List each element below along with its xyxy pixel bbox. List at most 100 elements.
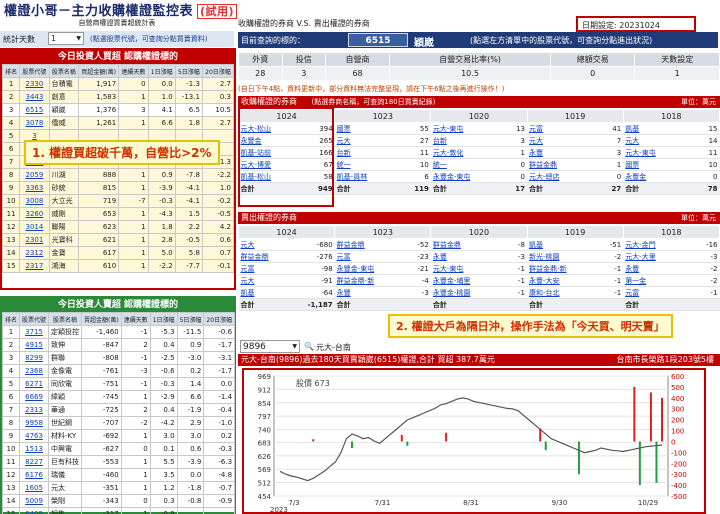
broker-link[interactable]: 元大-東屯 <box>430 122 497 135</box>
broker-link[interactable]: 永豐-大安 <box>527 274 593 287</box>
stock-code-link[interactable]: 6669 <box>19 390 50 404</box>
broker-link[interactable]: 凱基 <box>527 238 593 251</box>
stock-code-link[interactable]: 3715 <box>19 325 50 339</box>
broker-link[interactable]: 群益金鼎 <box>430 238 497 251</box>
broker-link[interactable]: 新光-桃園 <box>527 250 593 263</box>
stock-code-link[interactable]: 4763 <box>19 429 50 443</box>
stock-code-link[interactable]: 6176 <box>19 468 50 482</box>
table-cell: -351 <box>81 481 122 495</box>
search-icon[interactable]: 🔍 <box>304 342 314 351</box>
table-cell: 光寶科 <box>48 233 80 247</box>
broker-link[interactable]: 康和-台北 <box>527 286 593 299</box>
stock-code-link[interactable]: 2301 <box>19 233 50 247</box>
stock-code-link[interactable]: 3260 <box>19 207 50 221</box>
broker-link[interactable]: 元大-總店 <box>527 170 593 183</box>
broker-link[interactable]: 永豐 <box>430 250 497 263</box>
broker-link[interactable]: 群益金鼎-新 <box>334 274 401 287</box>
table-cell: 11 <box>1 207 21 221</box>
table-cell: -4.1 <box>174 194 203 208</box>
broker-link[interactable]: 國票 <box>334 122 401 135</box>
sell-col-header: 排名 <box>1 312 21 326</box>
broker-link[interactable]: 永豐 <box>527 146 593 159</box>
stock-code-link[interactable]: 3078 <box>19 116 50 130</box>
stock-code-link[interactable]: 2330 <box>19 77 50 91</box>
broker-link[interactable]: 元大 <box>238 238 304 251</box>
broker-link[interactable]: 台新 <box>430 134 497 147</box>
broker-link[interactable]: 元大 <box>238 274 304 287</box>
stock-code-link[interactable]: 2368 <box>19 364 50 378</box>
table-cell: 2.2 <box>174 220 203 234</box>
broker-link[interactable]: 第一金 <box>623 274 689 287</box>
query-label: 目前查詢的標的： <box>241 36 305 45</box>
stock-code-link[interactable]: 3443 <box>19 90 50 104</box>
stock-code-link[interactable]: 4915 <box>19 338 50 352</box>
broker-link[interactable]: 群益金鼎 <box>527 158 593 171</box>
broker-select[interactable]: 9896 ▼ <box>240 340 300 353</box>
broker-link[interactable]: 台新 <box>334 146 401 159</box>
table-cell: -460 <box>81 468 122 482</box>
stock-code-link[interactable]: 3008 <box>19 194 50 208</box>
stock-code-link[interactable]: 6515 <box>19 103 50 117</box>
broker-link[interactable]: 永豐金 <box>623 170 689 183</box>
broker-link[interactable]: 元大-東屯 <box>623 146 689 159</box>
broker-link[interactable]: 國票 <box>623 158 689 171</box>
broker-link[interactable]: 統一 <box>334 158 401 171</box>
stat-days-select[interactable]: 1 ▼ <box>48 32 84 45</box>
stock-code-link[interactable]: 2059 <box>19 168 50 182</box>
broker-link[interactable]: 元富 <box>334 250 401 263</box>
table-cell: -0.7 <box>203 481 236 495</box>
broker-link[interactable]: 元大 <box>527 134 593 147</box>
broker-link[interactable]: 永豐金-東屯 <box>430 170 497 183</box>
broker-link[interactable]: 永豐金-桃園 <box>430 286 497 299</box>
stock-code-link[interactable]: 5009 <box>19 494 50 508</box>
broker-link[interactable]: 群益金鼎-新 <box>527 262 593 275</box>
sell-col-header: 5日漲幅 <box>176 312 205 326</box>
y-right-tick: 100 <box>671 428 684 436</box>
broker-row: 元大 -680 群益金鼎 -52 群益金鼎 -8 凱基 -51 元大-金門 -16 <box>238 238 720 251</box>
stock-code-link[interactable]: 3014 <box>19 220 50 234</box>
stock-code-link[interactable]: 6271 <box>19 377 50 391</box>
date-value[interactable]: 20231024 <box>619 21 660 30</box>
broker-link[interactable]: 元富 <box>238 262 304 275</box>
stock-code-link[interactable]: 1605 <box>19 481 50 495</box>
stat-days-row: 統計天數 1 ▼ (點選股票代號，可查詢分點買賣資料) <box>0 31 234 47</box>
stock-code-link[interactable]: 1513 <box>19 442 50 456</box>
stock-code-link[interactable]: 9958 <box>19 416 50 430</box>
table-cell: -3.0 <box>176 351 205 365</box>
broker-link[interactable]: 群益金鼎 <box>238 250 304 263</box>
stock-code-link[interactable]: 8227 <box>19 455 50 469</box>
stock-code-link[interactable]: 2313 <box>19 403 50 417</box>
broker-link[interactable]: 元富 <box>623 286 689 299</box>
table-cell: -4.2 <box>149 416 178 430</box>
broker-link[interactable]: 群益金鼎 <box>334 238 401 251</box>
broker-link[interactable]: 凱基-員林 <box>334 170 401 183</box>
broker-link[interactable]: 永豐 <box>334 286 401 299</box>
table-cell: 1 <box>118 220 149 234</box>
stock-code-link[interactable]: 3363 <box>19 181 50 195</box>
stock-code-link[interactable]: 6409 <box>19 507 50 514</box>
broker-link[interactable]: 永豐金-東屯 <box>334 262 401 275</box>
broker-link[interactable]: 永豐金-埔里 <box>430 274 497 287</box>
broker-link[interactable]: 元大-東屯 <box>430 262 497 275</box>
table-cell: 11 <box>1 455 21 469</box>
broker-amount: -1 <box>496 286 528 299</box>
stock-code-link[interactable]: 2312 <box>19 246 50 260</box>
table-cell: -7.7 <box>174 259 203 273</box>
total-value: -1,187 <box>303 298 335 311</box>
broker-link[interactable]: 元大-大里 <box>623 250 689 263</box>
stock-code-field[interactable]: 6515 <box>348 33 408 47</box>
broker-link[interactable]: 凱基 <box>623 122 689 135</box>
broker-link[interactable]: 凱基 <box>238 286 304 299</box>
broker-link[interactable]: 永豐 <box>623 262 689 275</box>
stock-code-link[interactable]: 2317 <box>19 259 50 273</box>
date-setting[interactable]: 日期設定: 20231024 <box>576 16 696 32</box>
broker-link[interactable]: 元大-敦化 <box>430 146 497 159</box>
stock-code-link[interactable]: 8299 <box>19 351 50 365</box>
broker-link[interactable]: 統一 <box>430 158 497 171</box>
broker-link[interactable]: 元富 <box>527 122 593 135</box>
table-cell: 3 <box>1 103 21 117</box>
broker-link[interactable]: 元大-金門 <box>623 238 689 251</box>
broker-link[interactable]: 元大 <box>334 134 401 147</box>
broker-link[interactable]: 元大 <box>623 134 689 147</box>
table-cell: -0.3 <box>147 194 176 208</box>
